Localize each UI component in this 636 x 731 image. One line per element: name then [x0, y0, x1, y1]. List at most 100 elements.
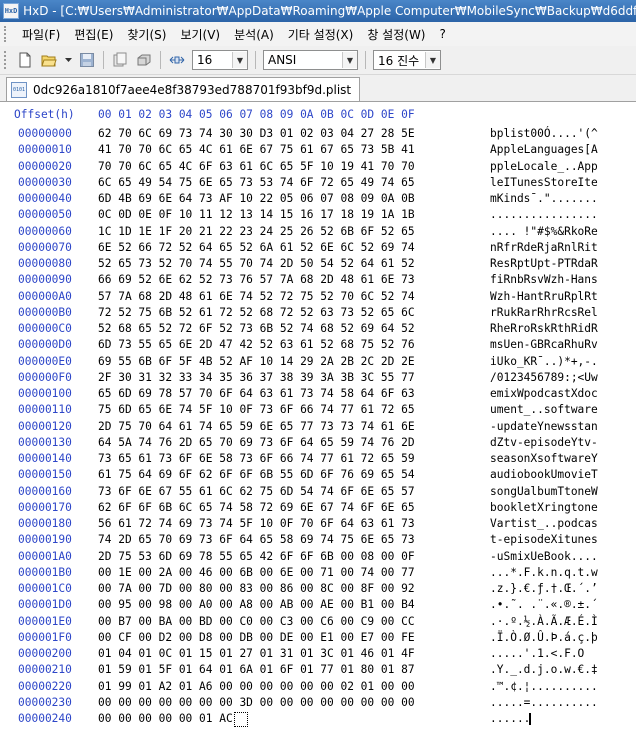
tab-active-file[interactable]: 0101 0dc926a1810f7aee4e8f38793ed788701f9… [6, 77, 361, 101]
disk-editor-button[interactable] [134, 50, 154, 70]
row-ascii-text[interactable]: fiRnbRsvWzh-Hans [490, 272, 598, 288]
chevron-down-icon[interactable]: ▼ [342, 52, 357, 68]
row-hex-bytes[interactable]: 69 55 6B 6F 5F 4B 52 AF 10 14 29 2A 2B 2… [98, 354, 415, 370]
row-ascii-text[interactable]: .z.}.€.ƒ.†.Œ.´.’ [490, 581, 598, 597]
view-toggle-button[interactable] [110, 50, 130, 70]
row-hex-bytes[interactable]: 2D 75 53 6D 69 78 55 65 42 6F 6F 6B 00 0… [98, 549, 415, 565]
row-hex-bytes[interactable]: 66 69 52 6E 62 52 73 76 57 7A 68 2D 48 6… [98, 272, 415, 288]
row-ascii-text[interactable]: audiobookUmovieT [490, 467, 598, 483]
row-hex-bytes[interactable]: 57 7A 68 2D 48 61 6E 74 52 72 75 52 70 6… [98, 289, 415, 305]
new-file-button[interactable] [15, 50, 35, 70]
chevron-down-icon[interactable]: ▼ [425, 52, 440, 68]
menu-search[interactable]: 찾기(S) [120, 26, 173, 43]
row-hex-bytes[interactable]: 6D 73 55 65 6E 2D 47 42 52 63 61 52 68 7… [98, 337, 415, 353]
row-ascii-text[interactable]: .™.¢.¦.......... [490, 679, 598, 695]
row-hex-bytes[interactable]: 1C 1D 1E 1F 20 21 22 23 24 25 26 52 6B 6… [98, 224, 415, 240]
row-ascii-text[interactable]: rRukRarRhrRcsRel [490, 305, 598, 321]
row-ascii-text[interactable]: .Y._.d.j.o.w.€.‡ [490, 662, 598, 678]
row-ascii-text[interactable]: ppleLocale_..App [490, 159, 598, 175]
row-hex-bytes[interactable]: 00 00 00 00 00 00 00 3D 00 00 00 00 00 0… [98, 695, 415, 711]
row-ascii-text[interactable]: ...*.F.k.n.q.t.w [490, 565, 598, 581]
row-ascii-text[interactable]: msUen-GBRcaRhuRv [490, 337, 598, 353]
menu-view[interactable]: 보기(V) [173, 26, 227, 43]
row-ascii-text[interactable]: AppleLanguages[A [490, 142, 598, 158]
row-hex-bytes[interactable]: 65 6D 69 78 57 70 6F 64 63 61 73 74 58 6… [98, 386, 415, 402]
row-hex-bytes[interactable]: 0C 0D 0E 0F 10 11 12 13 14 15 16 17 18 1… [98, 207, 415, 223]
row-ascii-text[interactable]: seasonXsoftwareY [490, 451, 598, 467]
menu-extras[interactable]: 기타 설정(X) [281, 26, 361, 43]
row-hex-bytes[interactable]: 75 6D 65 6E 74 5F 10 0F 73 6F 66 74 77 6… [98, 402, 415, 418]
row-hex-bytes[interactable]: 6D 4B 69 6E 64 73 AF 10 22 05 06 07 08 0… [98, 191, 415, 207]
row-ascii-text[interactable]: ................ [490, 207, 598, 223]
row-hex-bytes[interactable]: 6E 52 66 72 52 64 65 52 6A 61 52 6E 6C 5… [98, 240, 415, 256]
row-ascii-text[interactable]: nRfrRdeRjaRnlRit [490, 240, 598, 256]
menu-window[interactable]: 창 설정(W) [360, 26, 432, 43]
row-hex-bytes[interactable]: 64 5A 74 76 2D 65 70 69 73 6F 64 65 59 7… [98, 435, 415, 451]
row-ascii-text[interactable]: .·.º.½.À.Ã.Æ.É.Ì [490, 614, 598, 630]
row-ascii-text[interactable]: .•.˜. .¨.«.®.±.´ [490, 597, 598, 613]
row-hex-bytes[interactable]: 72 52 75 6B 52 61 72 52 68 72 52 63 73 5… [98, 305, 415, 321]
row-hex-bytes[interactable]: 62 70 6C 69 73 74 30 30 D3 01 02 03 04 2… [98, 126, 415, 142]
row-ascii-text[interactable]: -uSmixUeBook.... [490, 549, 598, 565]
row-hex-bytes[interactable]: 01 04 01 0C 01 15 01 27 01 31 01 3C 01 4… [98, 646, 415, 662]
row-hex-bytes[interactable]: 73 6F 6E 67 55 61 6C 62 75 6D 54 74 6F 6… [98, 484, 415, 500]
row-ascii-text[interactable]: dZtv-episodeYtv- [490, 435, 598, 451]
row-hex-bytes[interactable]: 00 00 00 00 00 01 AC [98, 711, 248, 727]
row-ascii-text[interactable]: /0123456789:;<Uw [490, 370, 598, 386]
row-ascii-text[interactable]: Vartist_..podcas [490, 516, 598, 532]
row-ascii-text[interactable]: .Ï.Ò.Ø.Û.Þ.á.ç.þ [490, 630, 598, 646]
charset-select[interactable]: ANSI ▼ [263, 50, 358, 70]
menu-edit[interactable]: 편집(E) [67, 26, 120, 43]
row-hex-bytes[interactable]: 01 99 01 A2 01 A6 00 00 00 00 00 00 02 0… [98, 679, 415, 695]
row-ascii-text[interactable]: iUko_KR¯..)*+,-. [490, 354, 598, 370]
row-ascii-text[interactable]: .....'.1.<.F.O [490, 646, 584, 662]
toolbar-grip[interactable] [4, 51, 9, 69]
row-hex-bytes[interactable]: 2F 30 31 32 33 34 35 36 37 38 39 3A 3B 3… [98, 370, 415, 386]
bytes-per-row-select[interactable]: 16 ▼ [192, 50, 248, 70]
row-hex-bytes[interactable]: 62 6F 6F 6B 6C 65 74 58 72 69 6E 67 74 6… [98, 500, 415, 516]
row-hex-bytes[interactable]: 56 61 72 74 69 73 74 5F 10 0F 70 6F 64 6… [98, 516, 415, 532]
row-ascii-text[interactable]: bookletXringtone [490, 500, 598, 516]
hex-editor[interactable]: Offset(h) 00 01 02 03 04 05 06 07 08 09 … [0, 102, 636, 731]
row-hex-bytes[interactable]: 74 2D 65 70 69 73 6F 64 65 58 69 74 75 6… [98, 532, 415, 548]
row-hex-text: 65 6D 69 78 57 70 6F 64 63 61 73 74 58 6… [98, 387, 415, 400]
row-ascii-text[interactable]: RheRroRskRthRidR [490, 321, 598, 337]
row-hex-bytes[interactable]: 00 CF 00 D2 00 D8 00 DB 00 DE 00 E1 00 E… [98, 630, 415, 646]
save-button[interactable] [77, 50, 97, 70]
row-ascii-text[interactable]: mKinds¯."....... [490, 191, 598, 207]
row-ascii-text[interactable]: .... !"#$%&RkoRe [490, 224, 598, 240]
row-ascii-text[interactable]: Wzh-HantRruRplRt [490, 289, 598, 305]
offset-base-select[interactable]: 16 진수 ▼ [373, 50, 441, 70]
row-ascii-text[interactable]: songUalbumTtoneW [490, 484, 598, 500]
row-hex-bytes[interactable]: 00 7A 00 7D 00 80 00 83 00 86 00 8C 00 8… [98, 581, 415, 597]
chevron-down-icon[interactable]: ▼ [232, 52, 247, 68]
row-ascii-text[interactable]: t-episodeXitunes [490, 532, 598, 548]
menubar-grip[interactable] [4, 26, 9, 42]
row-ascii-text[interactable]: ument_..software [490, 402, 598, 418]
row-ascii-text[interactable]: leITunesStoreIte [490, 175, 598, 191]
row-ascii-text[interactable]: -updateYnewsstan [490, 419, 598, 435]
row-hex-bytes[interactable]: 70 70 6C 65 4C 6F 63 61 6C 65 5F 10 19 4… [98, 159, 415, 175]
menu-help[interactable]: ? [433, 27, 453, 41]
row-hex-bytes[interactable]: 00 95 00 98 00 A0 00 A8 00 AB 00 AE 00 B… [98, 597, 415, 613]
hex-row: 000000D0 6D 73 55 65 6E 2D 47 42 52 63 61… [0, 337, 636, 353]
row-ascii-text[interactable]: bplist00Ó....'(^ [490, 126, 598, 142]
row-hex-bytes[interactable]: 01 59 01 5F 01 64 01 6A 01 6F 01 77 01 8… [98, 662, 415, 678]
row-hex-bytes[interactable]: 00 1E 00 2A 00 46 00 6B 00 6E 00 71 00 7… [98, 565, 415, 581]
row-hex-bytes[interactable]: 52 65 73 52 70 74 55 70 74 2D 50 54 52 6… [98, 256, 415, 272]
open-dropdown-button[interactable] [63, 50, 73, 70]
row-hex-bytes[interactable]: 61 75 64 69 6F 62 6F 6F 6B 55 6D 6F 76 6… [98, 467, 415, 483]
menu-analysis[interactable]: 분석(A) [227, 26, 281, 43]
row-hex-bytes[interactable]: 73 65 61 73 6F 6E 58 73 6F 66 74 77 61 7… [98, 451, 415, 467]
row-hex-bytes[interactable]: 52 68 65 52 72 6F 52 73 6B 52 74 68 52 6… [98, 321, 415, 337]
row-ascii-text[interactable]: ResRptUpt-PTRdaR [490, 256, 598, 272]
row-ascii-text[interactable]: .....=.......... [490, 695, 598, 711]
row-ascii-text[interactable]: emixWpodcastXdoc [490, 386, 598, 402]
row-hex-bytes[interactable]: 41 70 70 6C 65 4C 61 6E 67 75 61 67 65 7… [98, 142, 415, 158]
row-ascii-text[interactable]: ...... [490, 711, 532, 727]
row-hex-bytes[interactable]: 00 B7 00 BA 00 BD 00 C0 00 C3 00 C6 00 C… [98, 614, 415, 630]
menu-file[interactable]: 파일(F) [15, 26, 67, 43]
row-hex-bytes[interactable]: 2D 75 70 64 61 74 65 59 6E 65 77 73 73 7… [98, 419, 415, 435]
open-file-button[interactable] [39, 50, 59, 70]
row-hex-bytes[interactable]: 6C 65 49 54 75 6E 65 73 53 74 6F 72 65 4… [98, 175, 415, 191]
